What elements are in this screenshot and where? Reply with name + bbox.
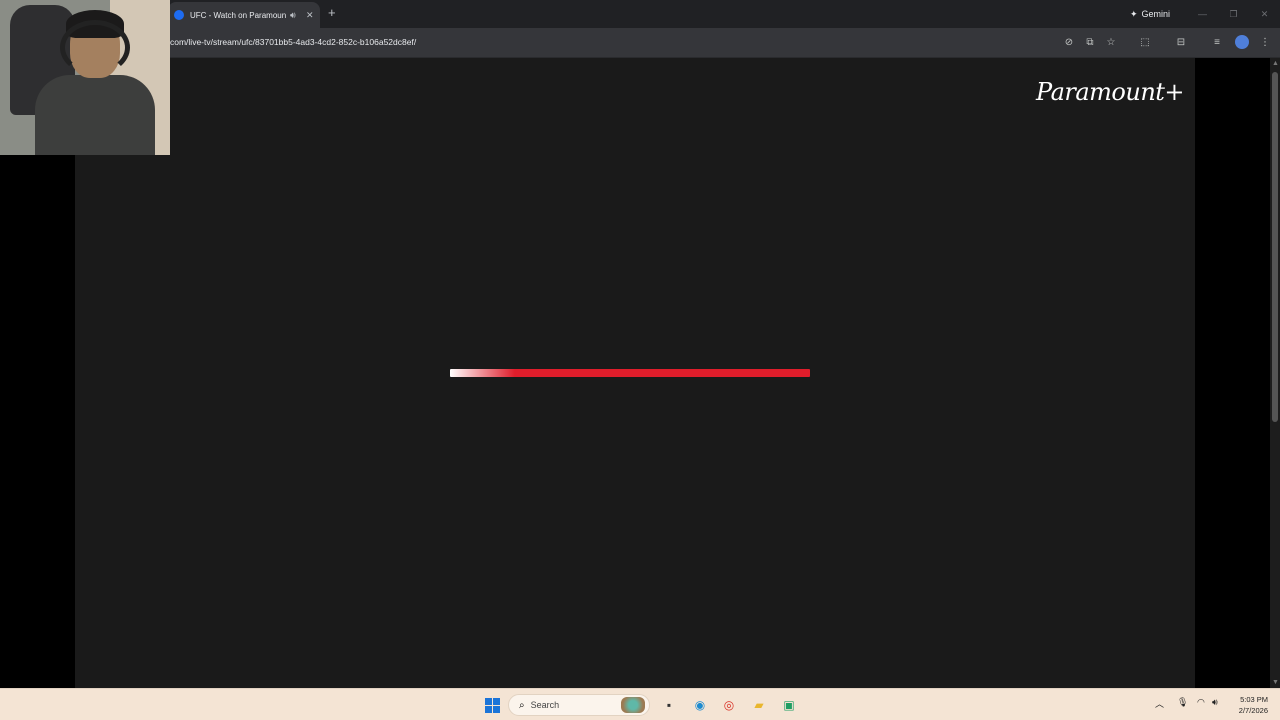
scroll-down-icon[interactable]: ▼ <box>1272 679 1279 686</box>
tab-search-icon[interactable]: ⊟ <box>1174 35 1188 49</box>
gemini-button[interactable]: ✦ Gemini <box>1124 6 1176 22</box>
folder-icon[interactable]: ▰ <box>749 695 769 715</box>
scroll-up-icon[interactable]: ▲ <box>1272 60 1279 67</box>
maximize-icon[interactable]: ❐ <box>1218 0 1249 28</box>
window-controls: — ❐ ✕ <box>1187 0 1280 28</box>
app-icon[interactable]: ▣ <box>779 695 799 715</box>
taskbar-search[interactable]: ⌕ Search <box>508 694 650 716</box>
windows-start-icon[interactable] <box>482 695 502 715</box>
speaker-icon[interactable]: 🔊︎ <box>1212 697 1218 708</box>
more-menu-icon[interactable]: ⋮ <box>1258 35 1272 49</box>
search-label: Search <box>530 700 560 710</box>
sparkle-icon: ✦ <box>1130 8 1138 19</box>
wifi-icon[interactable]: ◠ <box>1197 697 1205 708</box>
eye-slash-icon[interactable]: ⊘ <box>1062 35 1076 49</box>
clock-time: 5:03 PM <box>1240 695 1268 704</box>
scrollbar-thumb[interactable] <box>1272 72 1278 422</box>
paramount-plus-logo: Paramount+ <box>1036 78 1185 106</box>
microphone-icon[interactable]: 🎙︎ <box>1177 697 1188 708</box>
edge-icon[interactable]: ◉ <box>690 695 710 715</box>
browser-tab-strip: UFC - Watch on Paramount+ 🔊︎ ✕ + ✦ Gemin… <box>0 0 1280 28</box>
tab-title: UFC - Watch on Paramount+ <box>190 10 286 20</box>
page-scrollbar[interactable]: ▲ ▼ <box>1270 58 1280 688</box>
webcam-overlay <box>0 0 170 155</box>
tab-ufc-paramount[interactable]: UFC - Watch on Paramount+ 🔊︎ ✕ <box>168 2 320 28</box>
chrome-icon[interactable]: ◎ <box>719 695 739 715</box>
bookmark-star-icon[interactable]: ☆ <box>1104 35 1118 49</box>
extensions-icon[interactable]: ⬚ <box>1138 35 1152 49</box>
chevron-up-icon[interactable]: ︿ <box>1155 697 1164 710</box>
close-icon[interactable]: ✕ <box>1249 0 1280 28</box>
search-highlight-image <box>621 697 645 713</box>
windows-taskbar: ⌕ Search ▪ ◉ ◎ ▰ ▣ ︿ 🎙︎ ◠ 🔊︎ 5:03 PM 2/7… <box>0 688 1280 720</box>
close-icon[interactable]: ✕ <box>306 10 316 21</box>
minimize-icon[interactable]: — <box>1187 0 1218 28</box>
gemini-label: Gemini <box>1141 9 1171 19</box>
screen: UFC - Watch on Paramount+ 🔊︎ ✕ + ✦ Gemin… <box>0 0 1280 720</box>
system-clock[interactable]: 5:03 PM 2/7/2026 <box>1228 694 1268 716</box>
search-icon: ⌕ <box>519 699 525 711</box>
loading-bar <box>450 369 810 377</box>
cast-icon[interactable]: ⧉ <box>1083 35 1097 49</box>
browser-toolbar: com/live-tv/stream/ufc/83701bb5-4ad3-4cd… <box>0 28 1280 58</box>
paramount-favicon-icon <box>174 10 184 20</box>
address-bar-url[interactable]: com/live-tv/stream/ufc/83701bb5-4ad3-4cd… <box>170 37 416 47</box>
reading-list-icon[interactable]: ≡ <box>1210 35 1224 49</box>
file-explorer-icon[interactable]: ▪ <box>659 695 679 715</box>
headset-icon <box>60 20 130 75</box>
speaker-icon[interactable]: 🔊︎ <box>290 10 300 21</box>
clock-date: 2/7/2026 <box>1238 706 1268 715</box>
profile-avatar[interactable] <box>1235 35 1249 49</box>
plus-icon[interactable]: + <box>328 6 336 20</box>
